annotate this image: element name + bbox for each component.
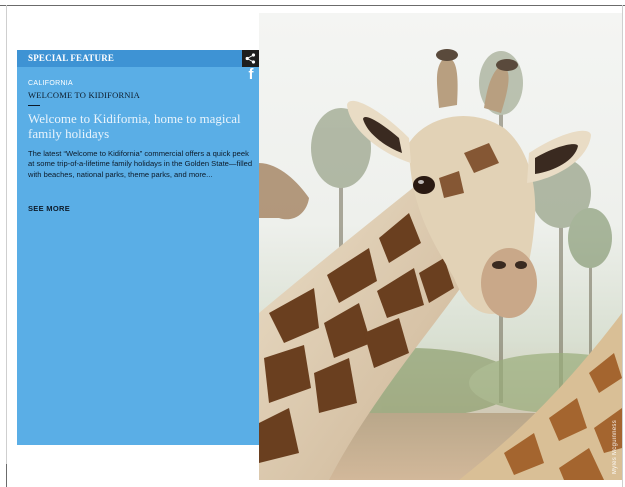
feature-subtitle: WELCOME TO KIDIFORNIA — [28, 90, 141, 100]
see-more-link[interactable]: SEE MORE — [28, 204, 70, 213]
share-button[interactable] — [242, 50, 259, 67]
hero-image[interactable]: Myles Mcguinness — [259, 13, 622, 480]
feature-panel: SPECIAL FEATURE CALIFORNIA WELCOME TO KI… — [17, 50, 259, 445]
facebook-icon[interactable]: f — [245, 67, 257, 82]
photo-credit: Myles Mcguinness — [612, 419, 618, 474]
top-rule — [0, 5, 625, 6]
right-rule — [622, 5, 623, 487]
left-rule-lower — [6, 464, 7, 487]
giraffe-photo — [259, 49, 622, 480]
left-rule — [6, 5, 7, 465]
special-feature-label: SPECIAL FEATURE — [28, 53, 115, 63]
feature-kicker: CALIFORNIA — [28, 80, 74, 87]
panel-header: SPECIAL FEATURE — [17, 50, 259, 67]
feature-headline[interactable]: Welcome to Kidifornia, home to magical f… — [28, 111, 256, 141]
feature-body: The latest “Welcome to Kidifornia” comme… — [28, 149, 253, 179]
share-icon — [245, 53, 256, 64]
headline-divider — [28, 105, 40, 106]
